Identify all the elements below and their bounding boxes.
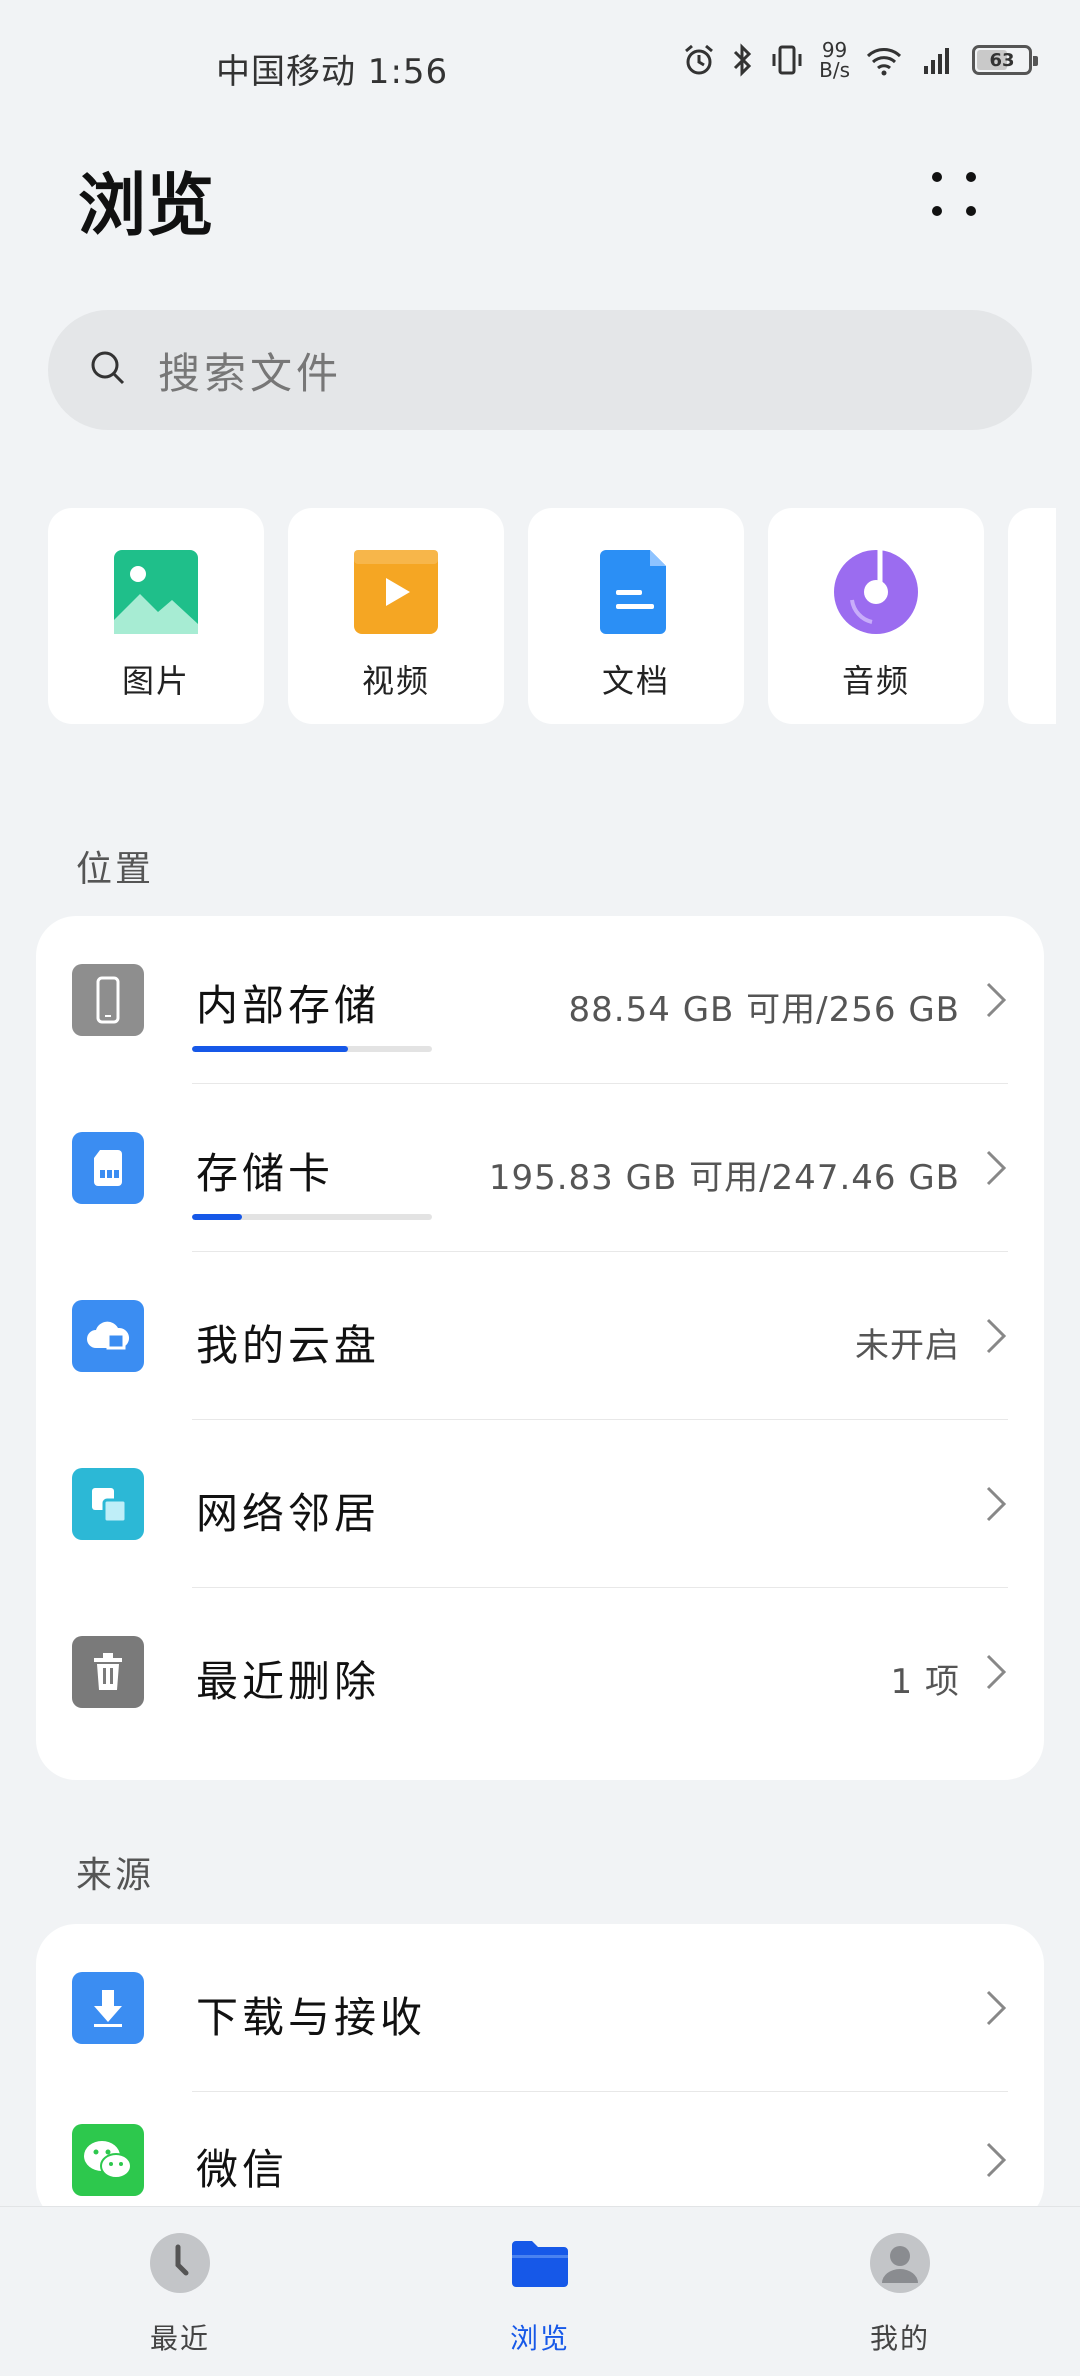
battery-icon: 63: [972, 45, 1038, 75]
cloud-drive-icon: [72, 1300, 144, 1372]
category-strip: 图片 视频 文档 音频: [48, 508, 1056, 724]
dot: [966, 206, 976, 216]
row-value: 1 项: [890, 1662, 960, 1702]
document-icon: [600, 550, 666, 634]
clock-icon: [150, 2233, 210, 2293]
chevron-right-icon: [986, 1486, 1007, 1522]
storage-progress-fill: [192, 1214, 243, 1220]
category-audio[interactable]: 音频: [768, 508, 984, 724]
status-icons: 99 B/s 63: [681, 38, 1038, 82]
dot: [966, 172, 976, 182]
storage-progress-fill: [192, 1046, 348, 1052]
category-images[interactable]: 图片: [48, 508, 264, 724]
video-icon: [354, 550, 438, 634]
audio-icon: [834, 550, 918, 634]
source-card: 下载与接收 微信: [36, 1924, 1044, 2224]
row-title: 最近删除: [196, 1657, 381, 1706]
chevron-right-icon: [986, 982, 1007, 1018]
sd-card-icon: [72, 1132, 144, 1204]
search-placeholder: 搜索文件: [158, 348, 343, 398]
storage-progress: [192, 1214, 432, 1220]
status-bar: 中国移动 1:56 99 B/s 63: [0, 0, 1080, 130]
folder-icon: [512, 2241, 568, 2287]
category-label: 视频: [361, 662, 430, 700]
category-documents[interactable]: 文档: [528, 508, 744, 724]
page-title: 浏览: [78, 167, 215, 246]
net-speed: 99 B/s: [819, 38, 850, 82]
trash-icon: [72, 1636, 144, 1708]
row-downloads[interactable]: 下载与接收: [36, 1924, 1044, 2092]
row-recently-deleted[interactable]: 最近删除 1 项: [36, 1588, 1044, 1756]
category-videos[interactable]: 视频: [288, 508, 504, 724]
nav-recent[interactable]: 最近: [0, 2207, 360, 2376]
category-label: 图片: [121, 662, 190, 700]
row-value: 88.54 GB 可用/256 GB: [568, 990, 960, 1030]
row-sd-card[interactable]: 存储卡 195.83 GB 可用/247.46 GB: [36, 1084, 1044, 1252]
row-wechat[interactable]: 微信: [36, 2092, 1044, 2224]
category-label: 文档: [601, 662, 670, 700]
nav-label: 我的: [869, 2322, 930, 2355]
storage-progress: [192, 1046, 432, 1052]
category-more[interactable]: [1008, 508, 1056, 724]
nav-label: 最近: [149, 2322, 210, 2355]
search-input[interactable]: 搜索文件: [48, 310, 1032, 430]
row-cloud-drive[interactable]: 我的云盘 未开启: [36, 1252, 1044, 1420]
row-title: 微信: [196, 2145, 289, 2194]
row-title: 我的云盘: [196, 1321, 381, 1370]
location-card: 内部存储 88.54 GB 可用/256 GB 存储卡 195.83 GB 可用…: [36, 916, 1044, 1780]
dot: [932, 206, 942, 216]
bottom-nav: 最近 浏览 我的: [0, 2206, 1080, 2376]
image-icon: [114, 550, 198, 634]
wechat-icon: [72, 2124, 144, 2196]
section-title-source: 来源: [76, 1855, 155, 1896]
row-title: 存储卡: [196, 1149, 335, 1198]
wifi-icon: [864, 42, 904, 78]
chevron-right-icon: [986, 1990, 1007, 2026]
chevron-right-icon: [986, 1654, 1007, 1690]
row-value: 195.83 GB 可用/247.46 GB: [488, 1158, 960, 1198]
alarm-icon: [681, 42, 717, 78]
row-internal-storage[interactable]: 内部存储 88.54 GB 可用/256 GB: [36, 916, 1044, 1084]
row-value: 未开启: [855, 1326, 960, 1366]
row-network-neighbor[interactable]: 网络邻居: [36, 1420, 1044, 1588]
profile-icon: [870, 2233, 930, 2293]
nav-browse[interactable]: 浏览: [360, 2207, 720, 2376]
dot: [932, 172, 942, 182]
network-neighbor-icon: [72, 1468, 144, 1540]
chevron-right-icon: [986, 2142, 1007, 2178]
download-icon: [72, 1972, 144, 2044]
more-options-button[interactable]: [920, 160, 988, 228]
section-title-location: 位置: [76, 849, 155, 890]
vibrate-icon: [769, 42, 805, 78]
nav-label: 浏览: [509, 2322, 570, 2355]
category-label: 音频: [841, 662, 910, 700]
search-icon: [88, 348, 158, 392]
row-title: 下载与接收: [196, 1993, 427, 2042]
chevron-right-icon: [986, 1318, 1007, 1354]
row-title: 网络邻居: [196, 1489, 381, 1538]
row-title: 内部存储: [196, 981, 381, 1030]
bluetooth-icon: [731, 42, 755, 78]
phone-icon: [72, 964, 144, 1036]
signal-icon: [918, 42, 958, 78]
carrier-time: 中国移动 1:56: [216, 52, 449, 92]
nav-profile[interactable]: 我的: [720, 2207, 1080, 2376]
chevron-right-icon: [986, 1150, 1007, 1186]
